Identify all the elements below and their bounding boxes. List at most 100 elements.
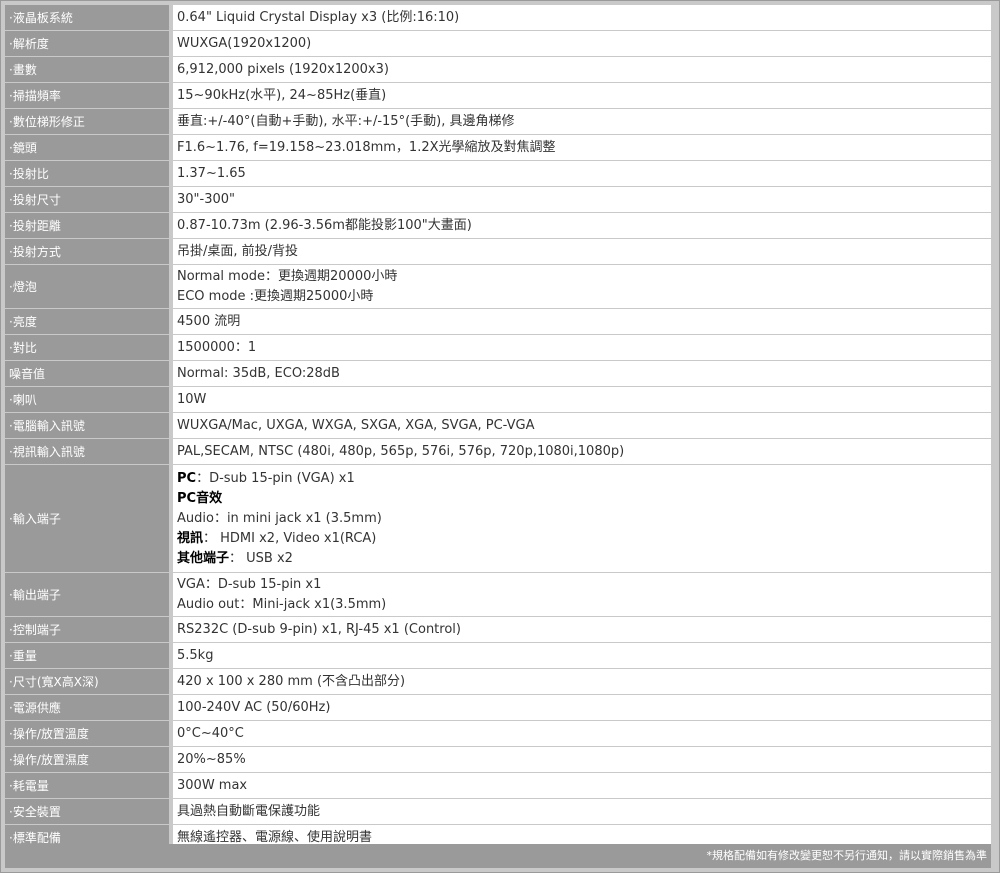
spec-row: ·投射方式 吊掛/桌面, 前投/背投 — [5, 239, 991, 265]
spec-label: ·數位梯形修正 — [5, 109, 173, 135]
spec-label: ·電腦輸入訊號 — [5, 413, 173, 439]
spec-value-line: 其他端子： USB x2 — [177, 549, 991, 569]
spec-value-line: 10W — [177, 391, 207, 407]
spec-label: ·解析度 — [5, 31, 173, 57]
spec-value-line: 30"-300" — [177, 191, 236, 207]
spec-value-line: 420 x 100 x 280 mm (不含凸出部分) — [177, 673, 406, 689]
spec-value: F1.6~1.76, f=19.158~23.018mm，1.2X光學縮放及對焦… — [173, 135, 991, 161]
spec-value-line: Normal: 35dB, ECO:28dB — [177, 365, 340, 381]
spec-value: 15~90kHz(水平), 24~85Hz(垂直) — [173, 83, 991, 109]
spec-value-line: WUXGA/Mac, UXGA, WXGA, SXGA, XGA, SVGA, … — [177, 417, 535, 433]
footer-note: *規格配備如有修改變更恕不另行通知，請以實際銷售為準 — [5, 844, 991, 868]
spec-row: ·解析度 WUXGA(1920x1200) — [5, 31, 991, 57]
spec-value-line: 1.37~1.65 — [177, 165, 246, 181]
spec-value-key: 視訊 — [177, 530, 204, 546]
footer-note-text: *規格配備如有修改變更恕不另行通知，請以實際銷售為準 — [706, 849, 988, 862]
spec-row: 噪音值 Normal: 35dB, ECO:28dB — [5, 361, 991, 387]
spec-value-line: 0°C~40°C — [177, 725, 244, 741]
spec-row: ·操作/放置濕度 20%~85% — [5, 747, 991, 773]
spec-value: 具過熱自動斷電保護功能 — [173, 799, 991, 825]
spec-label: ·電源供應 — [5, 695, 173, 721]
spec-value: 420 x 100 x 280 mm (不含凸出部分) — [173, 669, 991, 695]
spec-value-key: PC音效 — [177, 490, 223, 506]
spec-label: ·操作/放置濕度 — [5, 747, 173, 773]
spec-row: ·輸出端子 VGA：D-sub 15-pin x1 Audio out：Mini-j… — [5, 573, 991, 617]
spec-value: VGA：D-sub 15-pin x1 Audio out：Mini-jack x… — [173, 573, 991, 617]
spec-value: WUXGA/Mac, UXGA, WXGA, SXGA, XGA, SVGA, … — [173, 413, 991, 439]
spec-label: ·視訊輸入訊號 — [5, 439, 173, 465]
spec-value-line: 1500000：1 — [177, 339, 257, 355]
spec-row: ·投射距離 0.87-10.73m (2.96-3.56m都能投影100"大畫面) — [5, 213, 991, 239]
spec-value: 1.37~1.65 — [173, 161, 991, 187]
spec-row: ·尺寸(寬X高X深) 420 x 100 x 280 mm (不含凸出部分) — [5, 669, 991, 695]
spec-value: WUXGA(1920x1200) — [173, 31, 991, 57]
spec-label: ·投射距離 — [5, 213, 173, 239]
spec-value: 1500000：1 — [173, 335, 991, 361]
spec-value-line: 吊掛/桌面, 前投/背投 — [177, 243, 299, 259]
spec-value-line: PC：D-sub 15-pin (VGA) x1 — [177, 469, 991, 489]
spec-value-line: Normal mode：更換週期20000小時 — [177, 268, 398, 284]
spec-label: ·鏡頭 — [5, 135, 173, 161]
spec-value: 垂直:+/-40°(自動+手動), 水平:+/-15°(手動), 具邊角梯修 — [173, 109, 991, 135]
spec-row: ·液晶板系統 0.64" Liquid Crystal Display x3 (比… — [5, 5, 991, 31]
spec-row: ·安全裝置 具過熱自動斷電保護功能 — [5, 799, 991, 825]
spec-value-line: 6,912,000 pixels (1920x1200x3) — [177, 61, 389, 77]
spec-label: 噪音值 — [5, 361, 173, 387]
spec-row: ·畫數 6,912,000 pixels (1920x1200x3) — [5, 57, 991, 83]
spec-label: ·喇叭 — [5, 387, 173, 413]
spec-label: ·尺寸(寬X高X深) — [5, 669, 173, 695]
spec-value-line: 20%~85% — [177, 751, 246, 767]
spec-value-line: PC音效 — [177, 489, 991, 509]
spec-row: ·重量 5.5kg — [5, 643, 991, 669]
spec-value-text: ：D-sub 15-pin (VGA) x1 — [196, 470, 355, 486]
spec-label: ·投射方式 — [5, 239, 173, 265]
spec-value-line: PAL,SECAM, NTSC (480i, 480p, 565p, 576i,… — [177, 443, 625, 459]
spec-value: 0.64" Liquid Crystal Display x3 (比例:16:1… — [173, 5, 991, 31]
spec-value: RS232C (D-sub 9-pin) x1, RJ-45 x1 (Contr… — [173, 617, 991, 643]
spec-value-text: ： USB x2 — [229, 550, 293, 566]
spec-value-line: ECO mode :更換週期25000小時 — [177, 288, 374, 304]
spec-row: ·亮度 4500 流明 — [5, 309, 991, 335]
spec-value: 10W — [173, 387, 991, 413]
spec-value-line: 具過熱自動斷電保護功能 — [177, 803, 321, 819]
spec-label: ·畫數 — [5, 57, 173, 83]
spec-value: 0.87-10.73m (2.96-3.56m都能投影100"大畫面) — [173, 213, 991, 239]
spec-value: 5.5kg — [173, 643, 991, 669]
spec-value: 20%~85% — [173, 747, 991, 773]
spec-value-line: 100-240V AC (50/60Hz) — [177, 699, 331, 715]
spec-label: ·重量 — [5, 643, 173, 669]
spec-row: ·電腦輸入訊號 WUXGA/Mac, UXGA, WXGA, SXGA, XGA,… — [5, 413, 991, 439]
spec-value-line: Audio：in mini jack x1 (3.5mm) — [177, 509, 991, 529]
spec-value-text: ： HDMI x2, Video x1(RCA) — [203, 530, 377, 546]
spec-value: PC：D-sub 15-pin (VGA) x1 PC音效 Audio：in min… — [173, 465, 991, 573]
spec-row: ·投射尺寸 30"-300" — [5, 187, 991, 213]
spec-label: ·輸入端子 — [5, 465, 173, 573]
spec-value: 6,912,000 pixels (1920x1200x3) — [173, 57, 991, 83]
spec-row: ·掃描頻率 15~90kHz(水平), 24~85Hz(垂直) — [5, 83, 991, 109]
spec-value: 吊掛/桌面, 前投/背投 — [173, 239, 991, 265]
spec-table: ·液晶板系統 0.64" Liquid Crystal Display x3 (比… — [5, 5, 991, 851]
spec-value: 300W max — [173, 773, 991, 799]
spec-row: ·視訊輸入訊號 PAL,SECAM, NTSC (480i, 480p, 565p… — [5, 439, 991, 465]
spec-value-key: 其他端子 — [177, 550, 230, 566]
spec-value-line: 4500 流明 — [177, 313, 241, 329]
spec-value-line: 15~90kHz(水平), 24~85Hz(垂直) — [177, 87, 387, 103]
spec-value-line: 視訊： HDMI x2, Video x1(RCA) — [177, 529, 991, 549]
spec-value-line: WUXGA(1920x1200) — [177, 35, 312, 51]
spec-value-line: RS232C (D-sub 9-pin) x1, RJ-45 x1 (Contr… — [177, 621, 461, 637]
spec-label: ·掃描頻率 — [5, 83, 173, 109]
spec-value: 4500 流明 — [173, 309, 991, 335]
spec-row: ·輸入端子 PC：D-sub 15-pin (VGA) x1 PC音效 Audio：i… — [5, 465, 991, 573]
spec-label: ·安全裝置 — [5, 799, 173, 825]
spec-value: 100-240V AC (50/60Hz) — [173, 695, 991, 721]
spec-label: ·投射比 — [5, 161, 173, 187]
spec-value: PAL,SECAM, NTSC (480i, 480p, 565p, 576i,… — [173, 439, 991, 465]
spec-label: ·輸出端子 — [5, 573, 173, 617]
spec-label: ·控制端子 — [5, 617, 173, 643]
spec-value-line: F1.6~1.76, f=19.158~23.018mm，1.2X光學縮放及對焦… — [177, 139, 556, 155]
spec-value-line: 垂直:+/-40°(自動+手動), 水平:+/-15°(手動), 具邊角梯修 — [177, 113, 515, 129]
spec-label: ·對比 — [5, 335, 173, 361]
spec-row: ·投射比 1.37~1.65 — [5, 161, 991, 187]
spec-label: ·亮度 — [5, 309, 173, 335]
spec-frame: ·液晶板系統 0.64" Liquid Crystal Display x3 (比… — [0, 0, 1000, 873]
